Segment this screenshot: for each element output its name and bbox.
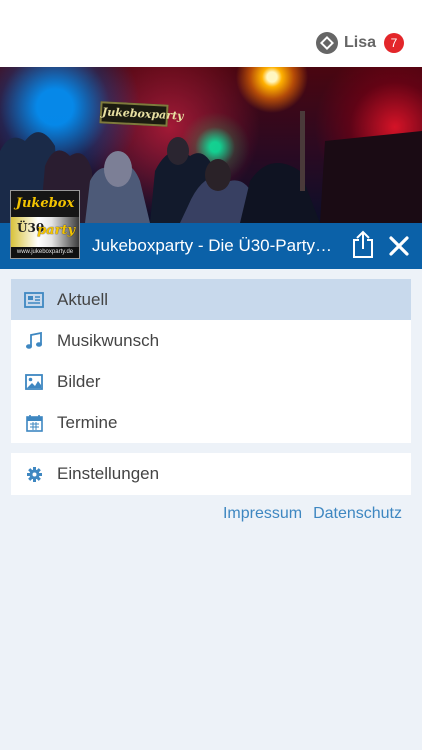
menu-item-termine[interactable]: Termine — [11, 402, 411, 443]
logo-url-text: www.jukeboxparty.de — [11, 247, 79, 258]
event-logo: Jukebox Ü30 party www.jukeboxparty.de — [10, 190, 80, 259]
impressum-link[interactable]: Impressum — [223, 505, 302, 523]
calendar-icon — [11, 414, 57, 432]
top-bar: Lisa 7 — [0, 0, 422, 67]
notification-badge[interactable]: 7 — [384, 33, 404, 53]
image-icon — [11, 373, 57, 390]
footer-links: Impressum Datenschutz — [212, 505, 402, 523]
settings-menu: Einstellungen — [11, 453, 411, 495]
menu-item-label: Aktuell — [57, 289, 109, 309]
logo-party-text: party — [37, 223, 75, 238]
datenschutz-link[interactable]: Datenschutz — [313, 505, 402, 523]
logo-top-text: Jukebox — [11, 191, 79, 217]
menu-item-label: Musikwunsch — [57, 330, 160, 350]
user-name: Lisa — [343, 34, 376, 51]
menu-item-bilder[interactable]: Bilder — [11, 361, 411, 402]
newspaper-icon — [11, 291, 57, 308]
main-menu: Aktuell Musikwunsch Bilder Termine — [11, 279, 411, 443]
menu-item-einstellungen[interactable]: Einstellungen — [11, 453, 411, 495]
share-icon[interactable] — [351, 229, 375, 259]
menu-item-musikwunsch[interactable]: Musikwunsch — [11, 320, 411, 361]
menu-item-label: Einstellungen — [57, 464, 160, 483]
music-note-icon — [11, 331, 57, 350]
app-logo-icon — [315, 32, 338, 54]
page-title: Jukeboxparty - Die Ü30-Party… — [92, 236, 332, 255]
menu-item-label: Bilder — [57, 371, 101, 391]
menu-item-label: Termine — [57, 412, 118, 432]
logo-middle: Ü30 party — [11, 217, 79, 247]
close-icon[interactable] — [388, 235, 410, 257]
gear-icon — [11, 466, 57, 483]
menu-item-aktuell[interactable]: Aktuell — [11, 279, 411, 320]
user-account[interactable]: Lisa 7 — [315, 32, 404, 54]
